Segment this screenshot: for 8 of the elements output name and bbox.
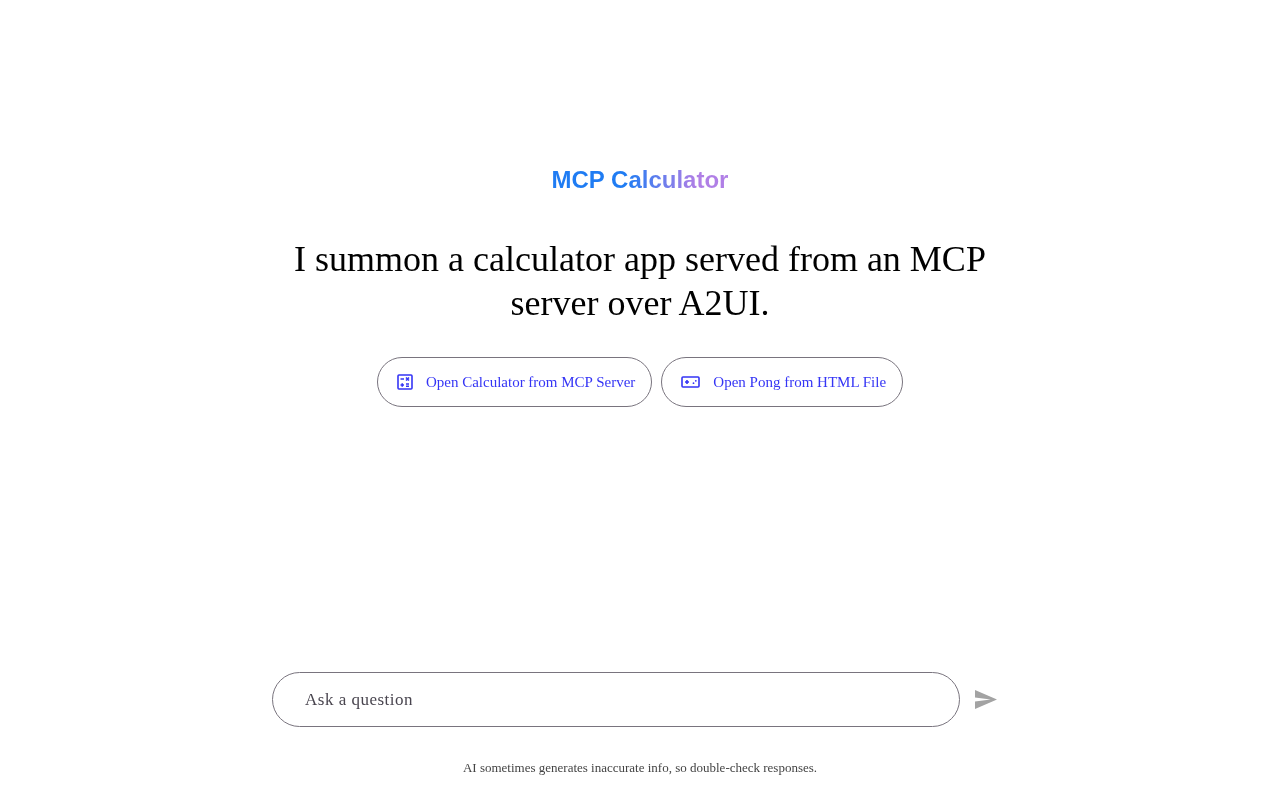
send-icon: [975, 690, 997, 709]
action-button[interactable]: Open Calculator from MCP Server: [376, 357, 653, 407]
gamepad-icon: [681, 376, 701, 388]
calculator-icon: [396, 374, 413, 390]
disclaimer-text: AI sometimes generates inaccurate info, so double-check responses.: [462, 760, 818, 776]
action-button[interactable]: Open Pong from HTML File: [661, 357, 904, 407]
prompt-heading: I summon a calculator app served from an MCP server over A2UI.: [293, 238, 987, 325]
question-input[interactable]: Ask a question: [272, 672, 960, 727]
